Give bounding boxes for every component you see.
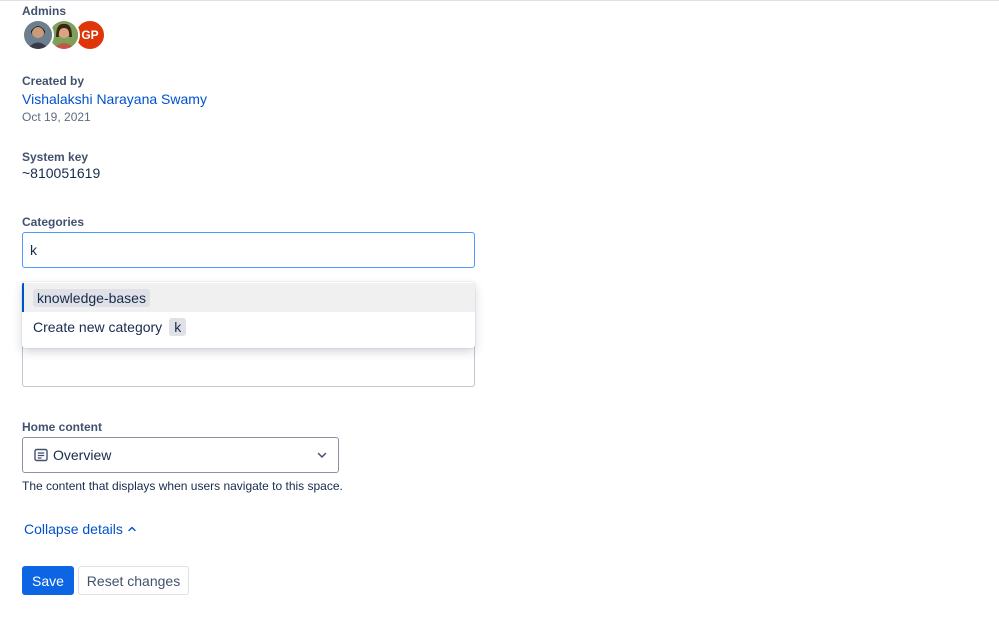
admins-label: Admins: [22, 4, 67, 18]
home-content-helper-text: The content that displays when users nav…: [22, 479, 343, 493]
home-content-select[interactable]: Overview: [22, 437, 339, 473]
home-content-selected: Overview: [53, 447, 112, 463]
admin-avatar[interactable]: [22, 19, 54, 51]
create-new-category-option[interactable]: Create new category k: [22, 312, 475, 341]
collapse-details-label: Collapse details: [24, 521, 123, 537]
categories-input[interactable]: [22, 232, 475, 268]
created-date: Oct 19, 2021: [22, 110, 91, 124]
create-category-label: Create new category: [33, 318, 163, 335]
person-photo-icon: [50, 21, 78, 49]
suggestion-knowledge-bases[interactable]: knowledge-bases: [22, 283, 475, 312]
page-icon: [34, 448, 48, 462]
chevron-up-icon: [128, 526, 136, 532]
system-key-value: ~810051619: [22, 165, 101, 181]
categories-label: Categories: [22, 215, 85, 229]
system-key-label: System key: [22, 150, 89, 164]
collapse-details-link[interactable]: Collapse details: [24, 521, 137, 537]
chevron-down-icon: [317, 452, 327, 458]
category-suggestions-dropdown: knowledge-bases Create new category k: [22, 282, 475, 348]
home-content-label: Home content: [22, 420, 103, 434]
created-by-label: Created by: [22, 74, 85, 88]
top-divider: [0, 0, 999, 1]
creator-profile-link[interactable]: Vishalakshi Narayana Swamy: [22, 91, 207, 107]
person-photo-icon: [24, 21, 52, 49]
suggestion-label: knowledge-bases: [33, 288, 150, 307]
reset-changes-button[interactable]: Reset changes: [78, 566, 189, 595]
create-category-query: k: [169, 317, 187, 336]
save-button[interactable]: Save: [22, 566, 74, 595]
